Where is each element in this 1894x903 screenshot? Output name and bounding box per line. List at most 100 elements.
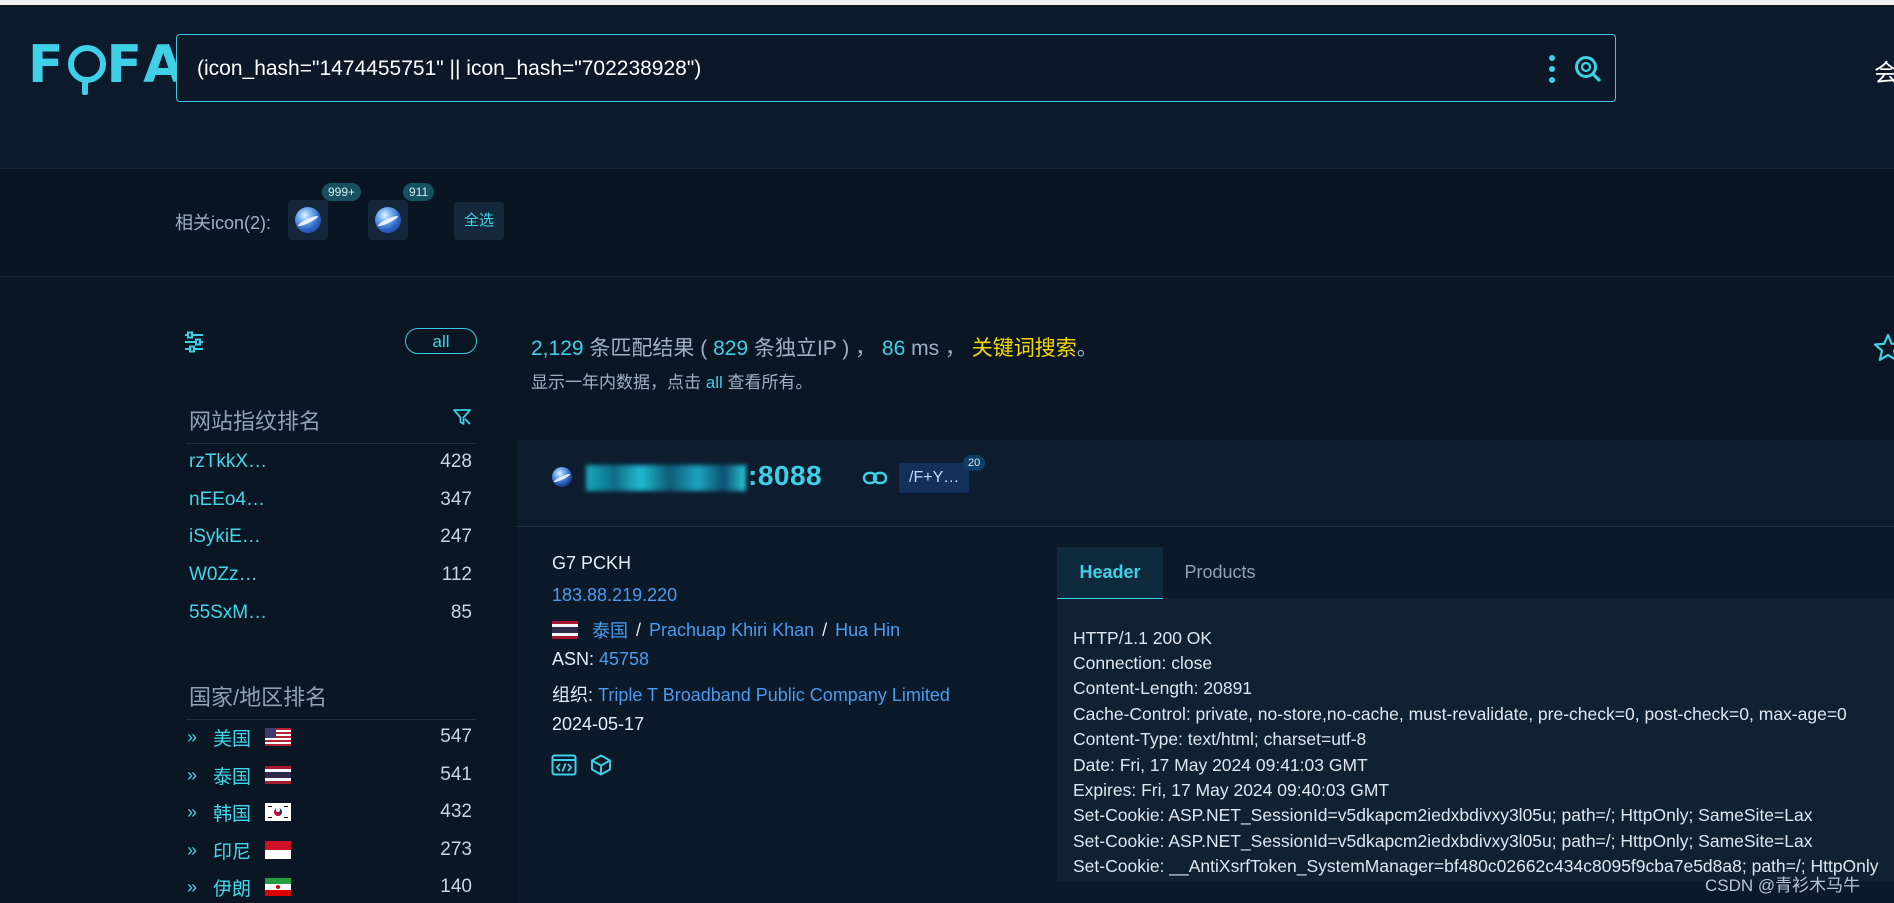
fingerprint-item[interactable]: 55SxM… 85 (189, 598, 472, 628)
city-link[interactable]: Hua Hin (835, 620, 900, 641)
iran-flag-icon (265, 878, 292, 896)
region-link[interactable]: Prachuap Khiri Khan (649, 620, 814, 641)
header-line: Content-Length: 20891 (1073, 678, 1253, 698)
header-line: Date: Fri, 17 May 2024 09:41:03 GMT (1073, 755, 1368, 775)
fingerprint-count: 428 (440, 451, 472, 472)
icon-count-badge: 911 (403, 183, 435, 201)
unique-ip-count: 829 (713, 337, 749, 360)
host-link[interactable]: :8088 (586, 460, 822, 492)
code-view-icon[interactable] (551, 754, 577, 776)
expand-chevron-icon[interactable]: » (187, 802, 213, 823)
country-item[interactable]: » 印尼 273 (187, 835, 472, 865)
country-name[interactable]: 韩国 (213, 799, 251, 826)
logo-letter: F (28, 35, 65, 95)
section-divider (186, 443, 476, 444)
fingerprint-name[interactable]: iSykiE… (189, 526, 261, 548)
icon-count-badge: 999+ (322, 183, 362, 201)
fingerprint-name[interactable]: nEEo4… (189, 489, 265, 511)
separator: / (636, 619, 642, 640)
stats-text: 。 (1076, 337, 1098, 360)
header-line: Set-Cookie: ASP.NET_SessionId=v5dkapcm2i… (1073, 805, 1813, 825)
korea-flag-icon (265, 803, 292, 821)
funnel-filter-icon[interactable] (452, 407, 472, 427)
more-options-icon[interactable] (1547, 55, 1557, 83)
thailand-flag-icon (552, 621, 578, 639)
expand-chevron-icon[interactable]: » (187, 840, 213, 861)
country-item[interactable]: » 伊朗 140 (187, 872, 472, 902)
country-name[interactable]: 印尼 (213, 837, 251, 864)
asn-link[interactable]: 45758 (599, 649, 649, 669)
tab-products[interactable]: Products (1163, 547, 1277, 598)
fingerprint-count: 347 (440, 489, 472, 510)
country-item[interactable]: » 泰国 541 (187, 760, 472, 790)
indonesia-flag-icon (265, 841, 292, 859)
org-row: 组织: Triple T Broadband Public Company Li… (552, 681, 950, 707)
country-count: 541 (440, 764, 472, 785)
fingerprint-item[interactable]: W0Zz… 112 (189, 560, 472, 590)
total-results: 2,129 (531, 337, 584, 360)
fingerprint-rank-title: 网站指纹排名 (189, 409, 322, 434)
logo-letter: F (106, 35, 144, 95)
all-data-toggle[interactable]: all (405, 328, 477, 354)
expand-chevron-icon[interactable]: » (187, 727, 213, 748)
filter-settings-icon[interactable] (182, 330, 206, 354)
result-stats: 2,129 条匹配结果 ( 829 条独立IP ) ， 86 ms ， 关键词搜… (531, 332, 1098, 362)
org-link[interactable]: Triple T Broadband Public Company Limite… (598, 685, 950, 705)
link-icon[interactable] (862, 470, 888, 486)
path-badge[interactable]: /F+Y… (899, 463, 970, 493)
org-label: 组织: (552, 685, 599, 705)
asn-row: ASN: 45758 (552, 649, 649, 670)
fofa-logo[interactable]: F F A (28, 35, 184, 95)
related-icons-bar: 相关icon(2): 999+ 911 全选 (0, 169, 1894, 277)
fingerprint-item[interactable]: iSykiE… 247 (189, 522, 472, 552)
country-count: 432 (440, 801, 472, 822)
favorite-star-icon[interactable] (1873, 333, 1894, 363)
fingerprint-name[interactable]: rzTkkX… (189, 451, 267, 473)
product-cube-icon[interactable] (589, 753, 613, 777)
path-count-badge: 20 (963, 455, 986, 471)
view-all-link[interactable]: all (706, 373, 723, 392)
location-row: 泰国 / Prachuap Khiri Khan / Hua Hin (552, 617, 900, 643)
redacted-host (586, 464, 746, 491)
search-input[interactable] (195, 35, 1499, 103)
site-title: G7 PCKH (552, 553, 632, 573)
us-flag-icon (265, 728, 292, 746)
fingerprint-item[interactable]: nEEo4… 347 (189, 485, 472, 515)
globe-favicon-icon (375, 207, 401, 233)
host-port: :8088 (748, 460, 823, 491)
stats-text: ms ， (905, 337, 972, 360)
header-line: HTTP/1.1 200 OK (1073, 628, 1213, 648)
globe-favicon-icon (552, 467, 572, 487)
select-all-button[interactable]: 全选 (454, 202, 504, 240)
fingerprint-count: 85 (450, 602, 472, 623)
country-name[interactable]: 伊朗 (213, 874, 251, 901)
related-icon-2[interactable] (368, 200, 408, 240)
related-icons-label: 相关icon(2): (175, 213, 272, 233)
tab-header[interactable]: Header (1057, 547, 1163, 600)
country-name[interactable]: 泰国 (213, 762, 251, 789)
watermark: CSDN @青衫木马牛 (1705, 876, 1861, 895)
country-rank-title: 国家/地区排名 (189, 685, 328, 710)
member-link[interactable]: 会 (1874, 53, 1894, 88)
country-item[interactable]: » 美国 547 (187, 722, 472, 752)
fingerprint-item[interactable]: rzTkkX… 428 (189, 447, 472, 477)
related-icon-1[interactable] (288, 200, 328, 240)
country-name[interactable]: 美国 (213, 724, 251, 751)
fingerprint-name[interactable]: W0Zz… (189, 564, 258, 586)
ip-link[interactable]: 183.88.219.220 (552, 585, 677, 605)
search-icon[interactable] (1573, 54, 1601, 82)
section-divider (186, 719, 476, 720)
fingerprint-name[interactable]: 55SxM… (189, 602, 267, 624)
expand-chevron-icon[interactable]: » (187, 765, 213, 786)
globe-favicon-icon (295, 207, 321, 233)
separator: / (822, 619, 828, 640)
update-date: 2024-05-17 (552, 714, 645, 734)
ip-row: 183.88.219.220 (552, 585, 677, 606)
note-text: 查看所有。 (722, 373, 813, 392)
country-item[interactable]: » 韩国 432 (187, 797, 472, 827)
country-link[interactable]: 泰国 (592, 617, 628, 643)
keyword-search-link[interactable]: 关键词搜索 (972, 337, 1077, 360)
expand-chevron-icon[interactable]: » (187, 877, 213, 898)
thailand-flag-icon (265, 766, 292, 784)
data-range-note: 显示一年内数据，点击 all 查看所有。 (531, 368, 812, 393)
